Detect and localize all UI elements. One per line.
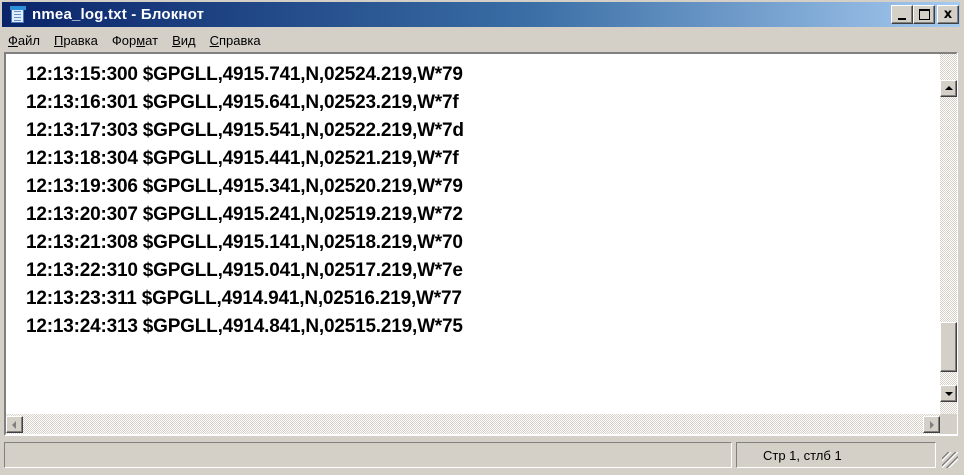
resize-grip-icon[interactable] — [942, 452, 958, 468]
maximize-button[interactable] — [913, 5, 935, 24]
scroll-right-button[interactable] — [923, 416, 940, 433]
minimize-button[interactable] — [891, 5, 913, 24]
notepad-icon[interactable] — [10, 5, 26, 24]
close-icon: x — [943, 7, 953, 22]
menu-file[interactable]: Файл — [2, 33, 47, 48]
edit-frame: 12:13:15:300 $GPGLL,4915.741,N,02524.219… — [4, 52, 958, 436]
text-line: 12:13:17:303 $GPGLL,4915.541,N,02522.219… — [26, 120, 464, 141]
window-title: nmea_log.txt - Блокнот — [32, 6, 205, 23]
status-bar: Стр 1, стлб 1 — [4, 442, 958, 468]
text-line: 12:13:15:300 $GPGLL,4915.741,N,02524.219… — [26, 64, 463, 85]
text-line: 12:13:21:308 $GPGLL,4915.141,N,02518.219… — [26, 232, 463, 253]
menu-help[interactable]: Справка — [203, 33, 268, 48]
status-pane-main — [4, 442, 732, 468]
menu-bar: Файл Правка Формат Вид Справка — [2, 29, 960, 51]
notepad-window: nmea_log.txt - Блокнот x Файл Правка Фор… — [0, 0, 964, 475]
horizontal-scrollbar[interactable] — [6, 414, 940, 434]
close-button[interactable]: x — [937, 5, 959, 24]
text-line: 12:13:24:313 $GPGLL,4914.841,N,02515.219… — [26, 316, 463, 337]
scroll-up-button[interactable] — [940, 80, 957, 97]
scrollbar-corner — [940, 414, 957, 434]
title-bar[interactable]: nmea_log.txt - Блокнот x — [2, 2, 960, 27]
vertical-scrollbar[interactable] — [940, 54, 957, 414]
maximize-icon — [918, 9, 930, 20]
minimize-icon — [898, 17, 906, 20]
arrow-left-icon — [12, 421, 16, 429]
arrow-up-icon — [945, 86, 953, 90]
arrow-right-icon — [930, 421, 934, 429]
text-line: 12:13:20:307 $GPGLL,4915.241,N,02519.219… — [26, 204, 463, 225]
scroll-down-button[interactable] — [940, 385, 957, 402]
arrow-down-icon — [945, 392, 953, 396]
scroll-left-button[interactable] — [6, 416, 23, 433]
cursor-position: Стр 1, стлб 1 — [736, 442, 936, 468]
text-line: 12:13:19:306 $GPGLL,4915.341,N,02520.219… — [26, 176, 463, 197]
text-line: 12:13:16:301 $GPGLL,4915.641,N,02523.219… — [26, 92, 459, 113]
text-editor[interactable]: 12:13:15:300 $GPGLL,4915.741,N,02524.219… — [6, 54, 940, 414]
text-line: 12:13:23:311 $GPGLL,4914.941,N,02516.219… — [26, 288, 462, 309]
text-line: 12:13:22:310 $GPGLL,4915.041,N,02517.219… — [26, 260, 463, 281]
caption-buttons: x — [891, 5, 959, 24]
menu-view[interactable]: Вид — [165, 33, 203, 48]
text-line: 12:13:18:304 $GPGLL,4915.441,N,02521.219… — [26, 148, 459, 169]
vertical-scroll-thumb[interactable] — [940, 322, 957, 372]
menu-format[interactable]: Формат — [105, 33, 165, 48]
menu-edit[interactable]: Правка — [47, 33, 105, 48]
